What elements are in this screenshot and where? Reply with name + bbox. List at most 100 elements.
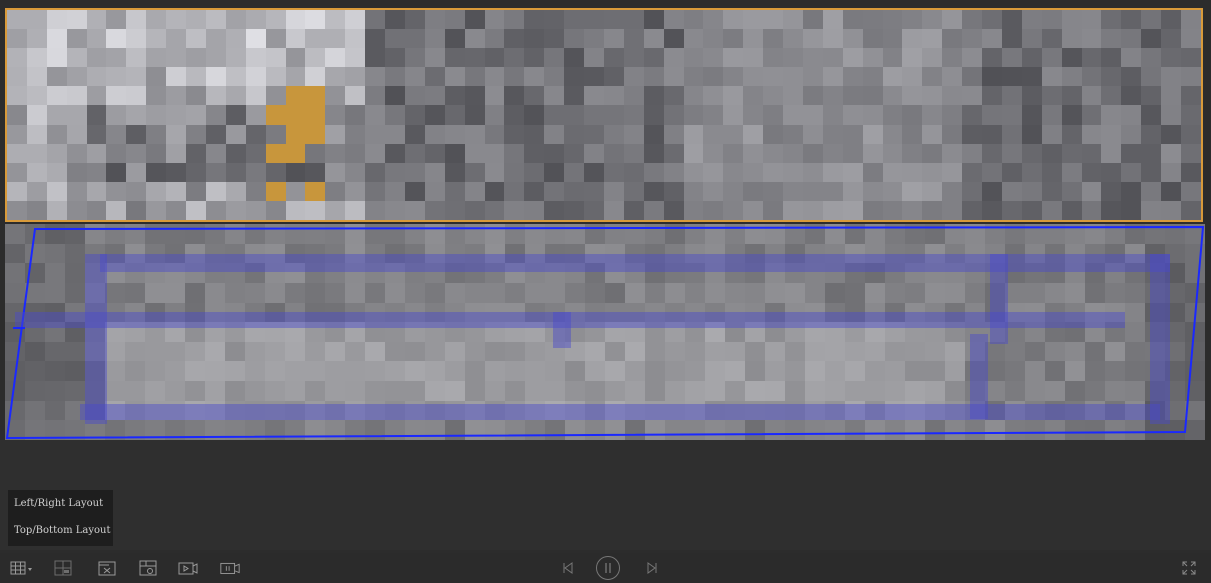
fullscreen-button[interactable] [1178,557,1200,579]
mosaic-cell [205,181,226,201]
mosaic-cell [982,67,1002,87]
mosaic-cell [902,48,923,68]
mosaic-cell [723,124,744,144]
mosaic-cell [86,86,107,106]
mosaic-cell [663,67,684,87]
mosaic-cell [186,143,206,163]
mosaic-cell [584,29,604,49]
split-layout-button[interactable] [52,557,74,579]
mosaic-cell [385,67,405,87]
mosaic-cell [1121,181,1142,201]
menu-item-top-bottom-layout[interactable]: Top/Bottom Layout [8,517,113,544]
mosaic-cell [524,162,545,182]
mosaic-cell [265,67,286,87]
previous-frame-icon [563,562,573,574]
mosaic-cell [922,67,943,87]
mosaic-cell [126,181,147,201]
mosaic-cell [623,181,644,201]
snapshot-button[interactable] [137,557,159,579]
mosaic-cell [842,10,863,30]
mosaic-cell [802,181,823,201]
mosaic-cell [1041,143,1062,163]
mosaic-cell [1041,181,1062,201]
mosaic-cell [1121,10,1142,30]
mosaic-cell [404,124,425,144]
mosaic-cell [703,48,724,68]
next-frame-icon [647,562,657,574]
mosaic-cell [146,124,167,144]
play-clip-button[interactable] [177,557,199,579]
mosaic-cell [643,29,664,49]
mosaic-cell [942,105,963,125]
mosaic-cell [7,143,27,163]
mosaic-cell [126,67,147,87]
mosaic-cell [26,29,47,49]
mosaic-cell [683,48,704,68]
video-pane-bottom[interactable] [5,224,1205,440]
mosaic-cell [385,48,405,68]
mosaic-cell [345,200,366,220]
mosaic-cell [544,181,565,201]
mosaic-cell [584,162,604,182]
close-window-button[interactable] [96,557,118,579]
mosaic-cell [325,124,346,144]
previous-frame-button[interactable] [557,557,579,579]
mosaic-cell [544,10,565,30]
mosaic-cell [743,48,764,68]
playback-toolbar [0,553,1211,583]
mosaic-cell [524,105,545,125]
empty-area [0,440,1211,550]
mosaic-cell [962,105,983,125]
mosaic-cell [842,162,863,182]
mosaic-cell [703,162,724,182]
mosaic-cell [1061,10,1082,30]
split-layout-icon [54,560,72,576]
mosaic-cell [305,29,326,49]
mosaic-cell [1121,200,1142,220]
mosaic-cell [882,10,903,30]
video-pane-top[interactable] [5,8,1203,222]
mosaic-cell [922,181,943,201]
mosaic-cell [723,181,744,201]
mosaic-cell [1061,181,1082,201]
mosaic-cell [1161,67,1182,87]
mosaic-cell [365,67,386,87]
mosaic-cell [802,162,823,182]
pause-button[interactable] [594,554,622,582]
mosaic-cell [464,86,485,106]
mosaic-cell [663,124,684,144]
mosaic-cell [962,162,983,182]
mosaic-cell [524,124,545,144]
mosaic-cell [484,105,505,125]
mosaic-cell [365,10,386,30]
mosaic-cell [46,124,67,144]
mosaic-cell [484,143,505,163]
mosaic-cell [1121,48,1142,68]
mosaic-cell [763,86,784,106]
menu-item-left-right-layout[interactable]: Left/Right Layout [8,490,113,517]
grid-layout-button[interactable] [8,557,38,579]
mosaic-cell [444,200,465,220]
mosaic-cell [365,143,386,163]
mosaic-cell [225,86,246,106]
mosaic-cell [484,181,505,201]
mosaic-cell [842,86,863,106]
mosaic-cell [922,105,943,125]
mosaic-cell [205,143,226,163]
mosaic-cell [902,86,923,106]
mosaic-cell [663,29,684,49]
mosaic-cell [464,48,485,68]
mosaic-cell [842,200,863,220]
mosaic-cell [46,67,67,87]
mosaic-cell [106,86,127,106]
mosaic-cell [544,200,565,220]
mosaic-cell [285,29,306,49]
mosaic-cell [743,86,764,106]
mosaic-cell [205,86,226,106]
pause-clip-button[interactable] [219,557,241,579]
mosaic-cell [365,124,386,144]
mosaic-cell [26,67,47,87]
next-frame-button[interactable] [641,557,663,579]
mosaic-cell [743,200,764,220]
mosaic-cell [126,105,147,125]
